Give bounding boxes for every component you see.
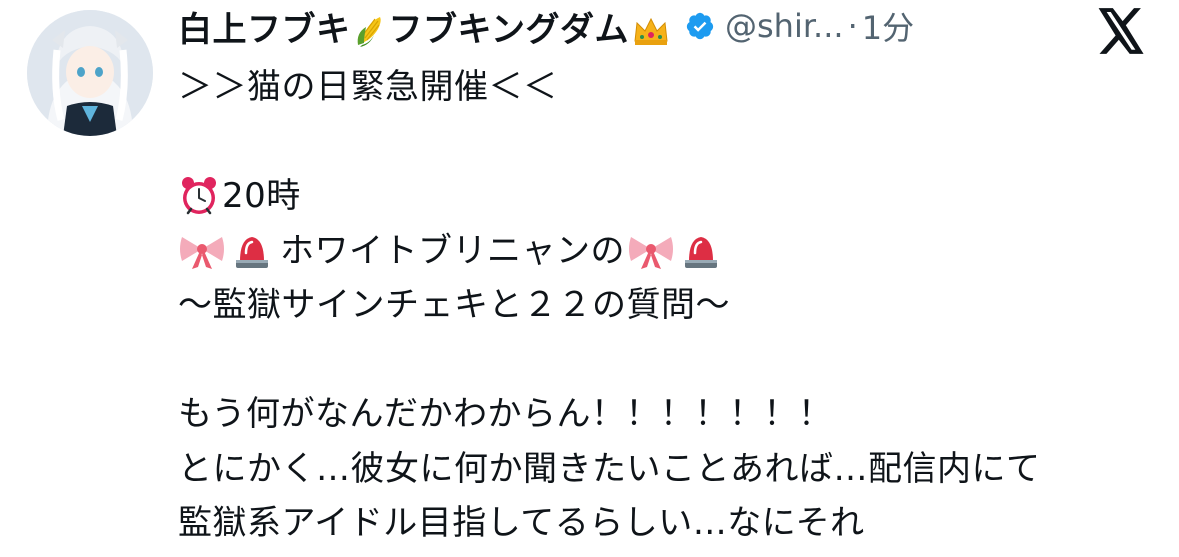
text-line-9: 監獄系アイドル目指してるらしい…なにそれ — [178, 496, 1168, 551]
user-handle[interactable]: @shir... — [725, 7, 844, 45]
event-description: 〜監獄サインチェキと２２の質問〜 — [178, 285, 730, 325]
avatar[interactable] — [27, 10, 153, 136]
crown-emoji — [631, 13, 671, 49]
corn-emoji — [352, 13, 388, 49]
display-name-part2[interactable]: フブキングダム — [389, 10, 629, 50]
event-title: ＞＞猫の日緊急開催＜＜ — [178, 67, 558, 107]
ribbon-emoji — [627, 231, 675, 271]
comment-line: もう何がなんだかわからん！！！！！！！ — [178, 394, 833, 434]
event-subtitle: ホワイトブリニャンの — [280, 230, 625, 271]
tweet-header: 白上フブキ フブキングダム @shir... · 1分 — [178, 0, 914, 52]
event-time: 20時 — [222, 176, 301, 216]
alarm-clock-emoji — [178, 175, 220, 217]
timestamp[interactable]: 1分 — [862, 3, 914, 49]
separator-dot: · — [847, 7, 858, 45]
display-name[interactable]: 白上フブキ フブキングダム — [178, 2, 675, 51]
text-line-4: ホワイトブリニャンの — [178, 224, 1168, 279]
police-siren-emoji — [232, 231, 272, 271]
verified-badge-icon — [685, 11, 715, 41]
police-siren-emoji — [681, 231, 721, 271]
comment-line: とにかく…彼女に何か聞きたいことあれば…配信内にて — [178, 448, 1041, 489]
tweet-text: ＞＞猫の日緊急開催＜＜ 20時 ホワイトブリニャンの 〜監獄サインチェキと２２の… — [178, 60, 1168, 551]
text-line-1: ＞＞猫の日緊急開催＜＜ — [178, 60, 1168, 115]
ribbon-emoji — [178, 231, 226, 271]
text-line-8: とにかく…彼女に何か聞きたいことあれば…配信内にて — [178, 442, 1168, 497]
comment-line: 監獄系アイドル目指してるらしい…なにそれ — [178, 503, 865, 543]
text-line-3: 20時 — [178, 169, 1168, 224]
text-line-5: 〜監獄サインチェキと２２の質問〜 — [178, 278, 1168, 333]
tweet-card: 白上フブキ フブキングダム @shir... · 1分 ＞＞猫の日緊急開催＜＜ … — [0, 0, 1179, 557]
display-name-part1[interactable]: 白上フブキ — [178, 10, 351, 50]
text-line-7: もう何がなんだかわからん！！！！！！！ — [178, 387, 1168, 442]
x-logo-icon[interactable] — [1096, 8, 1146, 54]
